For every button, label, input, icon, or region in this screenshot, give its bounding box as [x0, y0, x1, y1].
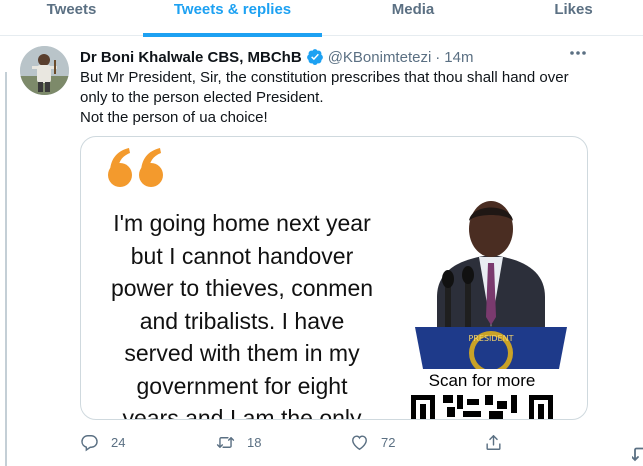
tab-label: Media [391, 1, 435, 18]
author-name[interactable]: Dr Boni Khalwale CBS, MBChB [80, 49, 302, 66]
tab-tweets-and-replies[interactable]: Tweets & replies [143, 0, 322, 37]
retweet-count: 18 [247, 434, 262, 450]
quote-line: but I cannot handover [130, 242, 354, 269]
tab-media[interactable]: Media [322, 0, 504, 36]
verified-badge-icon [306, 48, 324, 66]
quote-line: I'm going home next year [113, 210, 371, 236]
tweet-text-line: But Mr President, Sir, the constitution … [80, 69, 569, 106]
tab-label: Tweets & replies [173, 1, 292, 18]
quote-line: served with them in my [124, 340, 360, 366]
tweet-text: But Mr President, Sir, the constitution … [80, 68, 600, 128]
share-icon [486, 434, 501, 450]
thread-line [5, 72, 7, 466]
more-icon[interactable] [566, 46, 590, 66]
author-handle[interactable]: @KBonimtetezi [328, 49, 432, 66]
tweet-timestamp[interactable]: 14m [444, 49, 473, 66]
reply-button[interactable]: 24 [80, 428, 125, 456]
like-button[interactable]: 72 [350, 428, 395, 456]
share-button[interactable] [484, 428, 503, 456]
reply-icon [81, 434, 98, 451]
tab-likes[interactable]: Likes [504, 0, 643, 36]
svg-text:PRESIDENT: PRESIDENT [469, 334, 514, 343]
quote-line: government for eight [136, 372, 348, 399]
speaker-photo: PRESIDENT [407, 177, 575, 369]
tab-label: Tweets [46, 1, 97, 18]
tweet-media[interactable]: I'm going home next year but I cannot ha… [80, 136, 588, 420]
like-count: 72 [381, 434, 396, 450]
reply-count: 24 [111, 434, 126, 450]
tab-label: Likes [554, 1, 593, 18]
next-tweet-retweet-icon [632, 447, 643, 462]
profile-tabs: Tweets Tweets & replies Media Likes [0, 0, 643, 37]
quote-line: and tribalists. I have [139, 307, 345, 334]
separator-dot: · [435, 48, 441, 66]
quote-line: power to thieves, conmen [110, 275, 374, 301]
avatar[interactable] [20, 46, 69, 95]
media-image: I'm going home next year but I cannot ha… [81, 137, 587, 419]
tweet-text-line: Not the person of ua choice! [80, 109, 268, 126]
tweet-header: Dr Boni Khalwale CBS, MBChB @KBonimtetez… [80, 47, 473, 67]
quote-line: years and I am the only [122, 405, 362, 420]
qr-code-icon [411, 395, 553, 419]
scan-label: Scan for more [428, 371, 536, 390]
tweet-actions: 24 18 72 [80, 428, 580, 456]
active-tab-indicator [143, 33, 322, 37]
retweet-button[interactable]: 18 [216, 428, 261, 456]
media-quote: I'm going home next year but I cannot ha… [81, 207, 403, 420]
tab-tweets[interactable]: Tweets [0, 0, 143, 36]
retweet-icon [216, 436, 235, 448]
heart-icon [352, 434, 367, 450]
quote-mark-icon [108, 148, 163, 187]
